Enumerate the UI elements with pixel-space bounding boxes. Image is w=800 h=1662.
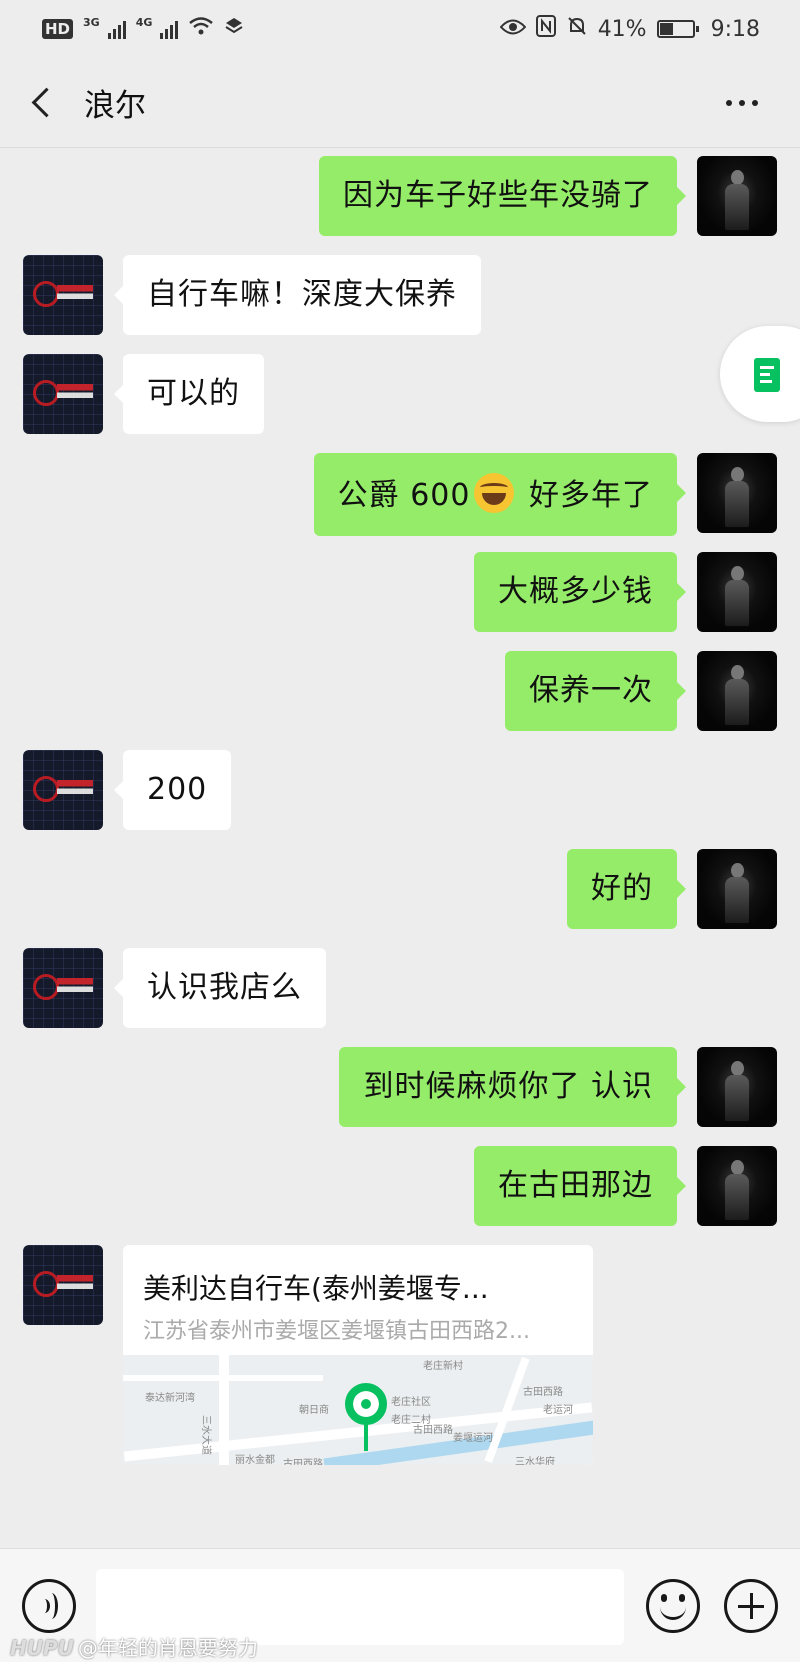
hd-badge: HD: [42, 19, 74, 39]
chat-title: 浪尔: [84, 88, 146, 124]
map-label: 三水华府: [515, 1457, 555, 1465]
clock: 9:18: [710, 16, 760, 42]
map-label: 古田西路: [283, 1459, 323, 1465]
battery-icon: [656, 20, 699, 38]
my-avatar[interactable]: [697, 156, 777, 236]
location-pin-stem: [364, 1421, 368, 1451]
received-message[interactable]: 自行车嘛！深度大保养: [114, 255, 481, 335]
emoji-picker-icon[interactable]: [646, 1579, 700, 1633]
sent-message[interactable]: 在古田那边: [474, 1146, 686, 1226]
location-map[interactable]: 泰达新河湾 老庄新村 古田西路 老庄社区 老庄二村 朝日商 丽水金都 古田西路 …: [123, 1355, 593, 1465]
sent-message[interactable]: 大概多少钱: [474, 552, 686, 632]
back-button[interactable]: [28, 83, 68, 123]
contact-avatar[interactable]: [23, 1245, 103, 1325]
more-options-button[interactable]: [712, 90, 772, 116]
message-text: 好多年了: [518, 478, 653, 513]
eye-icon: [499, 17, 527, 42]
location-name: 美利达自行车(泰州姜堰专...: [143, 1272, 489, 1305]
sent-message[interactable]: 公爵 600 好多年了: [313, 453, 687, 536]
message-row: 好的: [0, 849, 800, 929]
message-row: 200: [0, 750, 800, 830]
my-avatar[interactable]: [697, 849, 777, 929]
signal-icon: [107, 19, 126, 39]
mute-bell-icon: [566, 15, 588, 43]
received-message[interactable]: 200: [113, 750, 232, 830]
map-label: 老运河: [543, 1405, 573, 1416]
layers-icon: [224, 16, 244, 42]
map-label: 老庄社区: [391, 1397, 431, 1408]
message-row: 自行车嘛！深度大保养: [0, 255, 800, 335]
map-label: 古田西路: [413, 1425, 453, 1436]
sent-message[interactable]: 到时候麻烦你了 认识: [339, 1047, 686, 1127]
message-list[interactable]: 因为车子好些年没骑了 自行车嘛！深度大保养 可以的 公爵 600 好多年了 大概…: [0, 148, 800, 1548]
message-row: 大概多少钱: [0, 552, 800, 632]
contact-avatar[interactable]: [23, 354, 103, 434]
battery-percent: 41%: [597, 16, 647, 42]
contact-avatar[interactable]: [23, 750, 103, 830]
message-row: 到时候麻烦你了 认识: [0, 1047, 800, 1127]
received-message[interactable]: 认识我店么: [114, 948, 326, 1028]
sent-message[interactable]: 好的: [567, 849, 686, 929]
network-type-label-2: 4G: [135, 16, 153, 29]
map-label: 朝日商: [299, 1405, 329, 1416]
sent-message[interactable]: 保养一次: [505, 651, 686, 731]
contact-avatar[interactable]: [23, 255, 103, 335]
laugh-cry-emoji-icon: [474, 473, 515, 513]
message-row: 在古田那边: [0, 1146, 800, 1226]
sent-message[interactable]: 因为车子好些年没骑了: [319, 156, 686, 236]
wifi-icon: [188, 16, 214, 42]
message-text: 公爵 600: [337, 478, 471, 513]
map-label: 三水大道: [200, 1415, 211, 1455]
map-label: 泰达新河湾: [145, 1393, 195, 1404]
my-avatar[interactable]: [697, 1146, 777, 1226]
location-address: 江苏省泰州市姜堰区姜堰镇古田西路2...: [143, 1319, 530, 1344]
message-row: 因为车子好些年没骑了: [0, 156, 800, 236]
watermark-brand: HUPU: [10, 1636, 74, 1660]
map-label: 姜堰运河: [453, 1433, 493, 1444]
more-actions-plus-icon[interactable]: [724, 1579, 778, 1633]
my-avatar[interactable]: [697, 552, 777, 632]
message-row: 美利达自行车(泰州姜堰专... 江苏省泰州市姜堰区姜堰镇古田西路2... 泰达新…: [0, 1245, 800, 1465]
my-avatar[interactable]: [697, 453, 777, 533]
message-row: 公爵 600 好多年了: [0, 453, 800, 536]
my-avatar[interactable]: [697, 651, 777, 731]
watermark: HUPU @年轻的肖恩要努力: [10, 1632, 258, 1661]
chat-header: 浪尔: [0, 58, 800, 148]
map-label: 老庄新村: [423, 1361, 463, 1372]
location-pin-icon: [345, 1383, 387, 1425]
nfc-icon: [535, 15, 556, 43]
message-row: 保养一次: [0, 651, 800, 731]
message-row: 可以的: [0, 354, 800, 434]
contact-avatar[interactable]: [23, 948, 103, 1028]
message-row: 认识我店么: [0, 948, 800, 1028]
location-card[interactable]: 美利达自行车(泰州姜堰专... 江苏省泰州市姜堰区姜堰镇古田西路2... 泰达新…: [123, 1245, 593, 1465]
map-label: 古田西路: [523, 1387, 563, 1398]
received-message[interactable]: 可以的: [114, 354, 264, 434]
status-bar: HD 3G 4G 41% 9:18: [0, 0, 800, 58]
watermark-text: @年轻的肖恩要努力: [77, 1636, 258, 1660]
signal-icon-2: [160, 19, 179, 39]
document-icon: [754, 358, 780, 392]
map-label: 丽水金都: [235, 1455, 275, 1465]
voice-input-icon[interactable]: [22, 1579, 76, 1633]
network-type-label: 3G: [83, 16, 100, 29]
my-avatar[interactable]: [697, 1047, 777, 1127]
